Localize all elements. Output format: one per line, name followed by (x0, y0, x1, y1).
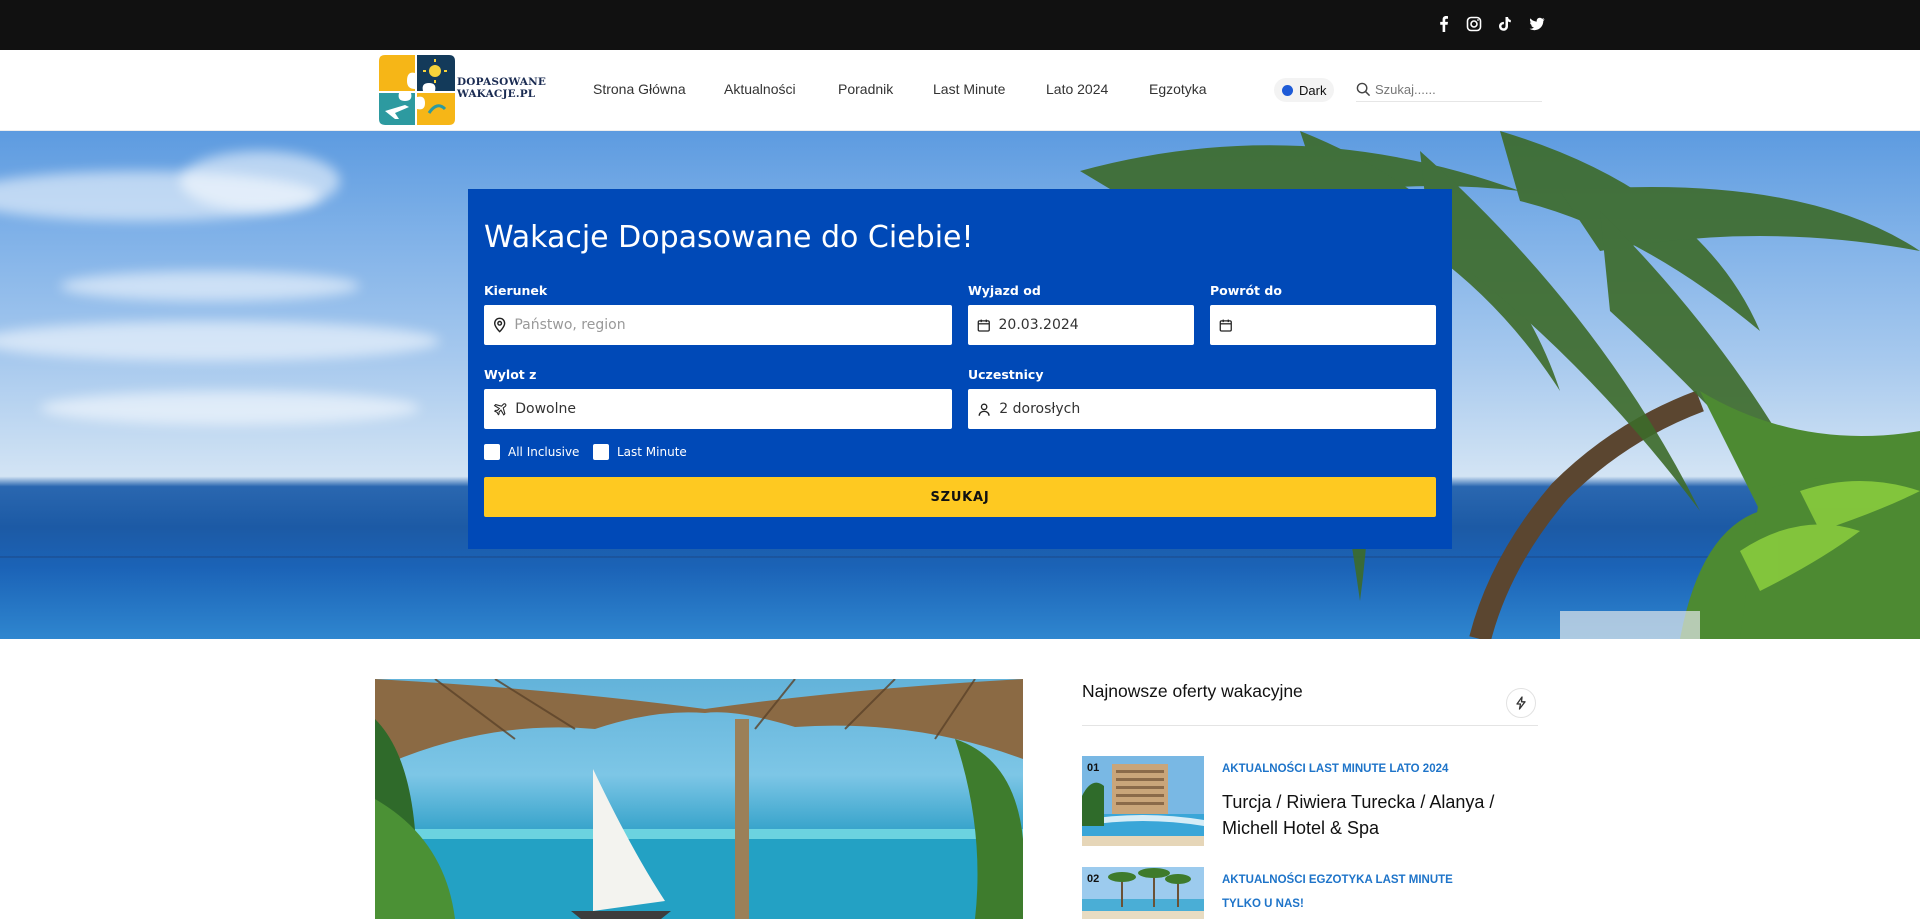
participants-field[interactable]: 2 dorosłych (968, 389, 1436, 429)
post-categories[interactable]: AKTUALNOŚCI EGZOTYKA LAST MINUTE (1222, 874, 1453, 886)
instagram-icon[interactable] (1466, 16, 1482, 32)
nav-poradnik[interactable]: Poradnik (838, 81, 893, 97)
site-logo[interactable] (377, 53, 457, 127)
destination-label: Kierunek (484, 283, 548, 298)
twitter-icon[interactable] (1529, 16, 1545, 32)
post-thumbnail[interactable] (1082, 867, 1204, 919)
all-inclusive-label: All Inclusive (508, 445, 580, 459)
depart-label: Wyjazd od (968, 283, 1041, 298)
location-pin-icon (494, 317, 506, 333)
from-label: Wylot z (484, 367, 537, 382)
post-thumbnail[interactable] (1082, 756, 1204, 846)
plane-icon (493, 402, 507, 416)
participants-value: 2 dorosłych (999, 401, 1081, 417)
user-icon (978, 402, 990, 416)
nav-aktualnosci[interactable]: Aktualności (724, 81, 796, 97)
hotel-pool-illustration (1082, 756, 1204, 846)
destination-input[interactable] (514, 317, 952, 333)
lightning-icon (1516, 696, 1526, 710)
depart-date-field[interactable]: 20.03.2024 (968, 305, 1194, 345)
destination-field[interactable] (484, 305, 952, 345)
header-search (1356, 78, 1542, 102)
palm-resort-illustration (1082, 867, 1204, 919)
top-bar (0, 0, 1920, 50)
post-number: 02 (1087, 873, 1100, 885)
nav-lato-2024[interactable]: Lato 2024 (1046, 81, 1108, 97)
post-title[interactable]: TYLKO U NAS! (1222, 898, 1304, 910)
tiktok-icon[interactable] (1497, 16, 1513, 32)
post-categories[interactable]: AKTUALNOŚCI LAST MINUTE LATO 2024 (1222, 763, 1448, 775)
search-submit-button[interactable]: SZUKAJ (484, 477, 1436, 517)
post-title[interactable]: Turcja / Riwiera Turecka / Alanya / Mich… (1222, 789, 1522, 841)
sailboat-beach-illustration (375, 679, 1023, 919)
featured-post-image[interactable] (375, 679, 1023, 919)
post-number: 01 (1087, 762, 1100, 774)
latest-offers-title: Najnowsze oferty wakacyjne (1082, 681, 1303, 701)
all-inclusive-checkbox[interactable] (484, 444, 500, 460)
flash-button[interactable] (1506, 688, 1536, 718)
dark-mode-label: Dark (1299, 82, 1327, 98)
dark-mode-toggle[interactable]: Dark (1274, 78, 1335, 102)
nav-last-minute[interactable]: Last Minute (933, 81, 1005, 97)
toggle-dot-icon (1282, 84, 1293, 96)
logo-line-1: DOPASOWANE (457, 76, 547, 88)
last-minute-label: Last Minute (617, 445, 687, 459)
logo-text: DOPASOWANE WAKACJE.PL (457, 76, 546, 100)
departure-airport-value: Dowolne (515, 401, 577, 417)
facebook-icon[interactable] (1436, 16, 1452, 32)
sidebar-divider (1082, 725, 1538, 726)
search-panel-title: Wakacje Dopasowane do Ciebie! (484, 220, 974, 255)
depart-date-value: 20.03.2024 (998, 317, 1079, 333)
calendar-icon (977, 319, 990, 332)
return-date-field[interactable] (1210, 305, 1436, 345)
nav-strona-glowna[interactable]: Strona Główna (593, 81, 686, 97)
return-label: Powrót do (1210, 283, 1282, 298)
logo-line-2: WAKACJE.PL (457, 88, 536, 100)
departure-airport-field[interactable]: Dowolne (484, 389, 952, 429)
last-minute-checkbox[interactable] (593, 444, 609, 460)
last-minute-option[interactable]: Last Minute (593, 444, 687, 460)
calendar-icon (1219, 319, 1232, 332)
search-input[interactable] (1375, 82, 1535, 97)
nav-egzotyka[interactable]: Egzotyka (1149, 81, 1207, 97)
search-icon[interactable] (1356, 82, 1371, 97)
all-inclusive-option[interactable]: All Inclusive (484, 444, 579, 460)
participants-label: Uczestnicy (968, 367, 1044, 382)
